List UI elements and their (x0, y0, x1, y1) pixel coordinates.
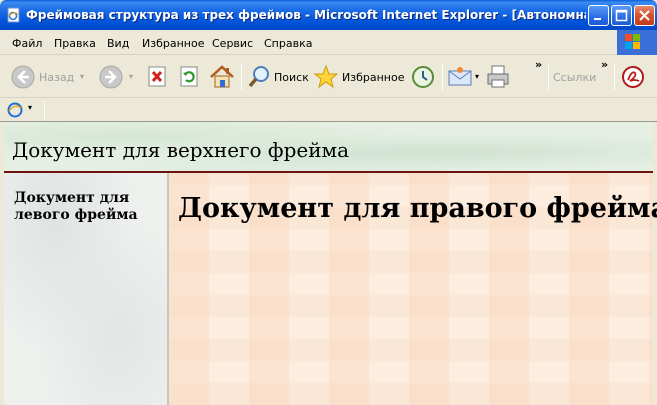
menu-edit[interactable]: Правка (54, 37, 96, 51)
title-bar[interactable]: Фреймовая структура из трех фреймов - Mi… (0, 0, 657, 30)
forward-arrow-icon (99, 65, 123, 89)
left-frame-heading: Документ для левого фрейма (14, 190, 138, 223)
extra-dropdown-icon[interactable]: ▾ (28, 103, 32, 112)
links-label[interactable]: Ссылки (553, 71, 596, 84)
search-icon (248, 66, 269, 88)
toolbar-separator (241, 64, 242, 90)
history-button[interactable] (410, 62, 438, 92)
back-button[interactable]: Назад ▾ (10, 62, 84, 92)
back-label: Назад (39, 71, 75, 84)
menu-favorites[interactable]: Избранное (142, 37, 204, 51)
window-title: Фреймовая структура из трех фреймов - Mi… (26, 8, 586, 22)
search-button[interactable]: Поиск (247, 62, 309, 92)
forward-button[interactable]: ▾ (98, 62, 138, 92)
top-frame: Документ для верхнего фрейма (4, 122, 653, 172)
top-frame-heading: Документ для верхнего фрейма (12, 138, 350, 162)
favorites-button[interactable]: Избранное (313, 62, 405, 92)
left-frame: Документ для левого фрейма (4, 173, 168, 405)
close-button[interactable] (634, 5, 655, 26)
xp-logo-icon (625, 34, 640, 49)
minimize-icon (594, 18, 601, 20)
search-label: Поиск (274, 71, 309, 84)
menu-bar: Файл Правка Вид Избранное Сервис Справка (0, 30, 657, 55)
mail-button[interactable]: ▾ (447, 62, 483, 92)
ie-window: Фреймовая структура из трех фреймов - Mi… (0, 0, 657, 405)
mail-envelope-icon (448, 67, 472, 86)
windows-xp-logo (617, 30, 657, 55)
menu-view[interactable]: Вид (107, 37, 129, 51)
favorites-star-icon (313, 64, 339, 89)
maximize-icon (615, 9, 628, 22)
refresh-icon (180, 66, 198, 87)
extra-toolbar-button[interactable]: ▾ (6, 101, 46, 119)
menu-help[interactable]: Справка (264, 37, 312, 51)
minimize-button[interactable] (588, 5, 609, 26)
back-dropdown-icon[interactable]: ▾ (80, 72, 84, 81)
toolbar-chevron[interactable]: » (535, 58, 542, 71)
print-button[interactable] (485, 62, 513, 92)
pdf-button[interactable] (620, 62, 648, 92)
home-icon (210, 65, 234, 88)
toolbar-separator (44, 101, 45, 119)
maximize-button[interactable] (611, 5, 632, 26)
refresh-button[interactable] (178, 62, 202, 92)
forward-dropdown-icon[interactable]: ▾ (129, 72, 133, 81)
home-button[interactable] (208, 62, 236, 92)
printer-icon (487, 65, 509, 88)
address-toolbar: ▾ (0, 98, 657, 122)
standard-toolbar: Назад ▾ ▾ Поиск Избранное ▾ » Ссылки » (0, 56, 657, 98)
stop-button[interactable] (146, 62, 170, 92)
menu-file[interactable]: Файл (12, 37, 42, 51)
back-arrow-icon (11, 65, 35, 89)
toolbar-separator (442, 64, 443, 90)
links-chevron[interactable]: » (601, 58, 608, 71)
ie-logo-icon (7, 102, 23, 118)
ie-page-icon (7, 7, 20, 23)
close-icon (639, 10, 650, 21)
history-icon (412, 66, 434, 88)
toolbar-separator (614, 64, 615, 90)
toolbar-separator (548, 64, 549, 90)
right-frame-heading: Документ для правого фрейма (178, 193, 657, 224)
right-frame: Документ для правого фрейма (169, 173, 657, 405)
stop-icon (148, 66, 166, 87)
favorites-label: Избранное (342, 71, 405, 84)
pdf-icon (622, 66, 644, 88)
mail-dropdown-icon[interactable]: ▾ (475, 72, 479, 81)
menu-tools[interactable]: Сервис (212, 37, 253, 51)
